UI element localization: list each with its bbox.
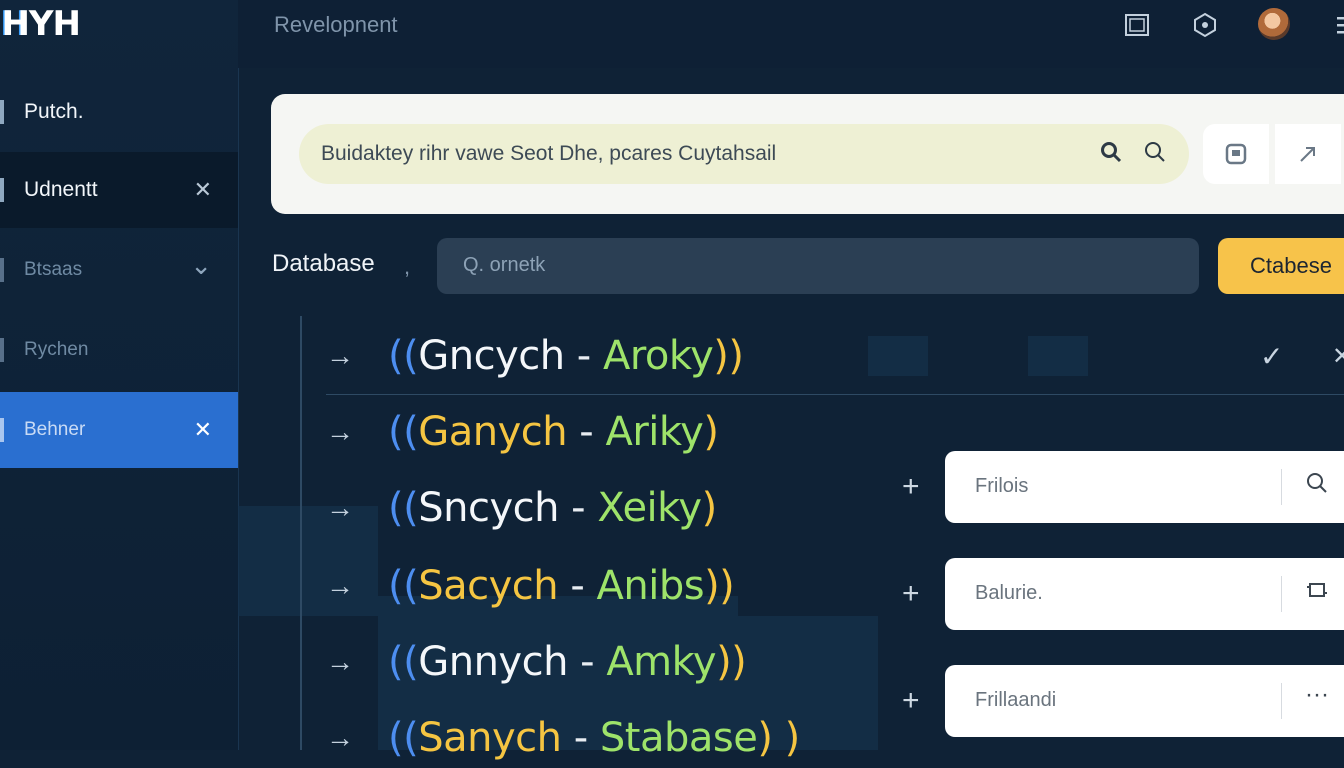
sidebar-item-behner[interactable]: Behner ✕: [0, 392, 238, 468]
sidebar: HHYH Putch. Udnentt ✕ Btsaas ⌄ Rychen Be…: [0, 0, 239, 750]
list-item[interactable]: → ((Gncych - Aroky)): [326, 326, 744, 386]
expand-button[interactable]: [1275, 124, 1341, 184]
expression: ((Ganych - Ariky): [388, 409, 719, 455]
item-marker: [0, 178, 4, 202]
sidebar-item-udnentt[interactable]: Udnentt ✕: [0, 152, 238, 228]
divider: [1281, 576, 1282, 612]
expression: ((Sncych - Xeiky): [388, 485, 717, 531]
add-icon[interactable]: +: [902, 577, 920, 611]
search-icon[interactable]: [1099, 140, 1123, 170]
item-marker: [0, 100, 4, 124]
list-item[interactable]: → ((Sacych - Anibs)): [326, 556, 735, 616]
section-separator: ,: [404, 254, 411, 279]
close-icon[interactable]: ✕: [194, 417, 212, 443]
sidebar-item-label: Putch.: [24, 100, 84, 123]
database-search-input[interactable]: Q. ornetk: [437, 238, 1199, 294]
value-input-text: Balurie.: [975, 582, 1043, 604]
item-marker: [0, 338, 4, 362]
arrow-right-icon: →: [326, 492, 354, 523]
background-block: [1028, 336, 1088, 376]
sidebar-item-rychen[interactable]: Rychen: [0, 312, 238, 388]
expression: ((Gnnych - Amky)): [388, 639, 747, 685]
chevron-down-icon[interactable]: ⌄: [190, 250, 212, 281]
filter-input[interactable]: Frilois: [945, 451, 1344, 523]
item-marker: [0, 258, 4, 282]
sidebar-item-label: Udnentt: [24, 178, 98, 201]
section-title: Database: [272, 250, 375, 277]
add-icon[interactable]: +: [902, 470, 920, 504]
arrow-right-icon: →: [326, 570, 354, 601]
list-item[interactable]: → ((Gnnych - Amky)): [326, 632, 747, 692]
search-icon[interactable]: [1305, 471, 1329, 502]
bookmark-button[interactable]: [1203, 124, 1269, 184]
arrow-right-icon: →: [326, 722, 354, 753]
sidebar-item-label: Behner: [24, 419, 86, 440]
hexagon-icon[interactable]: [1190, 10, 1220, 40]
expression: ((Gncych - Aroky)): [388, 333, 744, 379]
close-icon[interactable]: ✕: [194, 177, 212, 203]
arrow-right-icon: →: [326, 340, 354, 371]
frame-icon[interactable]: [1305, 578, 1329, 609]
item-marker: [0, 418, 4, 442]
expression: ((Sanych - Stabase) ): [388, 715, 800, 761]
page-title: Revelopnent: [274, 12, 398, 37]
menu-icon[interactable]: [1328, 10, 1344, 40]
list-item[interactable]: → ((Sanych - Stabase) ): [326, 708, 800, 768]
background-block: [868, 336, 928, 376]
sidebar-item-btsaas[interactable]: Btsaas ⌄: [0, 232, 238, 308]
filter-input-text: Frilois: [975, 475, 1029, 497]
sidebar-item-label: Btsaas: [24, 259, 83, 280]
sidebar-item-putch[interactable]: Putch.: [0, 74, 238, 150]
divider: [1281, 683, 1282, 719]
close-icon[interactable]: ✕: [1332, 342, 1344, 371]
value-input[interactable]: Balurie.: [945, 558, 1344, 630]
expand-icon: [1300, 147, 1315, 162]
database-search-text: Q. ornetk: [463, 254, 546, 276]
search-card: Buidaktey rihr vawe Seot Dhe, pcares Cuy…: [271, 94, 1344, 214]
add-icon[interactable]: +: [902, 684, 920, 718]
database-button[interactable]: Ctabese: [1218, 238, 1344, 294]
row-divider: [326, 394, 1344, 395]
window-icon[interactable]: [1122, 10, 1152, 40]
list-item[interactable]: → ((Ganych - Ariky): [326, 402, 719, 462]
name-input[interactable]: Frillaandi ···: [945, 665, 1344, 737]
search-icon[interactable]: [1143, 140, 1167, 170]
tree-line: [300, 316, 302, 750]
avatar[interactable]: [1258, 8, 1290, 40]
app-logo[interactable]: HHYH: [0, 4, 81, 44]
list-item[interactable]: → ((Sncych - Xeiky): [326, 478, 717, 538]
more-icon[interactable]: ···: [1305, 681, 1329, 709]
search-input[interactable]: Buidaktey rihr vawe Seot Dhe, pcares Cuy…: [299, 124, 1189, 184]
arrow-right-icon: →: [326, 416, 354, 447]
bookmark-icon: [1225, 143, 1247, 165]
search-input-text: Buidaktey rihr vawe Seot Dhe, pcares Cuy…: [321, 142, 777, 165]
top-bar: Revelopnent: [238, 0, 1344, 68]
arrow-right-icon: →: [326, 646, 354, 677]
check-icon[interactable]: ✓: [1260, 340, 1283, 373]
sidebar-item-label: Rychen: [24, 339, 89, 360]
divider: [1281, 469, 1282, 505]
expression: ((Sacych - Anibs)): [388, 563, 735, 609]
name-input-text: Frillaandi: [975, 689, 1057, 711]
